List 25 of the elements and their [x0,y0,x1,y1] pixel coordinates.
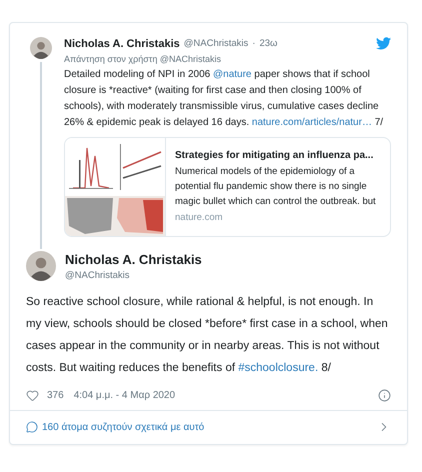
heart-icon[interactable] [26,389,39,402]
preview-title: Strategies for mitigating an influenza pa... [175,150,374,161]
hashtag-link[interactable]: #schoolclosure. [238,362,318,374]
tweet-text: Detailed modeling of NPI in 2006 @nature paper shows that if school closure is *reactive* (waiting for first case and then closing 100% of schools), with moderately transmissible virus, cumulative cases decline 26% & epidemic peak is delayed 16 days. nature.com/articles/natur… 7/ [64,68,384,130]
comment-icon[interactable] [26,421,38,433]
avatar-icon [30,37,52,59]
tweet-timestamp[interactable]: 4:04 μ.μ. - 4 Μαρ 2020 [74,390,176,401]
preview-description: Numerical models of the epidemiology of a potential flu pandemic show there is no single magic bullet which can control the outbreak. but [175,165,377,209]
preview-domain: nature.com [175,212,224,223]
author-handle[interactable]: @NAChristakis [184,38,248,49]
conversation-link[interactable]: 160 άτομα συζητούν σχετικά με αυτό [42,422,204,432]
separator: · [252,38,256,49]
like-count: 376 [47,390,64,401]
author-name[interactable]: Nicholas A. Christakis [64,38,180,50]
info-icon[interactable] [378,389,391,402]
avatar-icon [26,251,56,281]
bird-icon[interactable] [376,37,391,50]
reply-context: Απάντηση στον χρήστη @NAChristakis [64,54,222,64]
author-handle[interactable]: @NAChristakis [65,270,202,280]
link-preview-card[interactable]: Strategies for mitigating an influenza pa... Numerical models of the epidemiology of a potential flu pandemic show there is no single magic bullet which can control the outbreak. but nature.com [64,137,391,237]
tweet-time[interactable]: 23ω [259,38,278,49]
tweet-text: So reactive school closure, while rational & helpful, is not enough. In my view, schools should be closed *before* first case in a school, when cases appear in the community or in nearby areas. This is not without costs. But waiting reduces the benefits of #schoolclosure. 8/ [26,295,389,376]
tweet-link[interactable]: @nature [212,69,252,80]
tweet-link[interactable]: nature.com/articles/natur… [252,117,372,128]
author-name[interactable]: Nicholas A. Christakis [65,252,202,266]
